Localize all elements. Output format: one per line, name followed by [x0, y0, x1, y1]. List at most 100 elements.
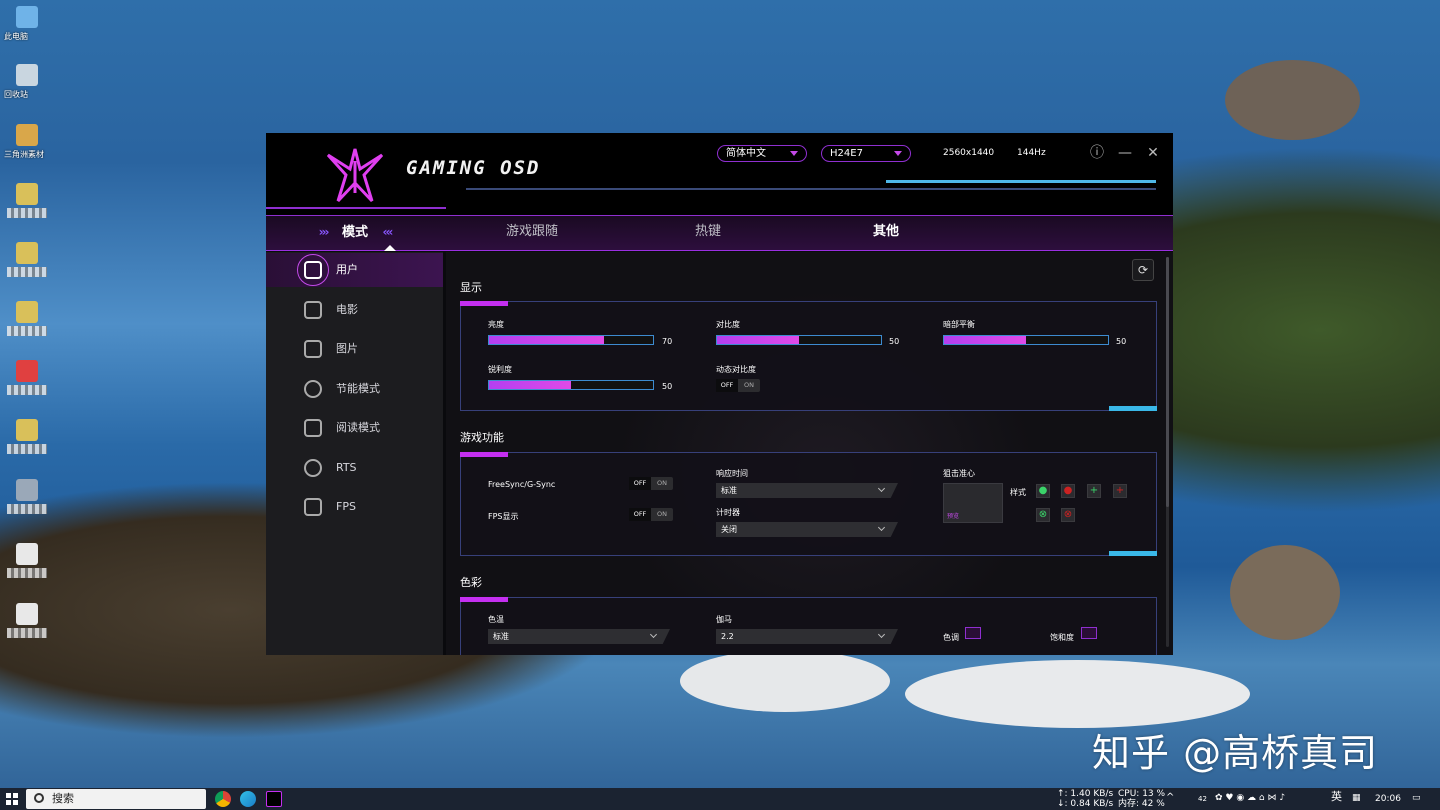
- desktop-icon-label: 此电脑: [4, 32, 28, 41]
- tray-chevron-icon[interactable]: ^: [1166, 793, 1174, 803]
- color-temp-select[interactable]: 标准: [488, 629, 670, 644]
- active-tab-notch: [384, 245, 396, 251]
- tab-mode[interactable]: ››› 模式 ‹‹‹: [300, 216, 410, 251]
- watermark: 知乎 @高桥真司: [1092, 731, 1379, 775]
- sharpness-value: 50: [662, 382, 673, 391]
- sidebar-item-label: 用户: [336, 263, 358, 276]
- monitor-dropdown[interactable]: H24E7: [821, 145, 911, 162]
- scrollbar-thumb[interactable]: [1166, 257, 1169, 507]
- blurred-label: [7, 504, 47, 514]
- blurred-label: [7, 568, 47, 578]
- file-icon: [16, 242, 38, 264]
- memory-usage: 内存: 42 %: [1118, 799, 1165, 809]
- blurred-label: [7, 208, 47, 218]
- minimize-button[interactable]: —: [1117, 145, 1133, 161]
- freesync-label: FreeSync/G-Sync: [488, 480, 556, 489]
- sharpness-slider[interactable]: [488, 380, 654, 390]
- desktop-icon[interactable]: [4, 242, 50, 277]
- sidebar-item-fps[interactable]: FPS: [266, 490, 443, 524]
- desktop-icon[interactable]: [4, 543, 50, 578]
- crosshair-target-red-icon[interactable]: ⊗: [1061, 508, 1075, 522]
- tab-hotkey[interactable]: 热键: [678, 216, 738, 250]
- sidebar-item-reading[interactable]: 阅读模式: [266, 411, 443, 445]
- content-scrollbar[interactable]: [1166, 257, 1169, 647]
- chevron-down-icon: [649, 630, 658, 639]
- saturation-swatch[interactable]: [1081, 627, 1097, 639]
- desktop-icon[interactable]: [4, 183, 50, 218]
- desktop-icon[interactable]: [4, 301, 50, 336]
- freesync-toggle[interactable]: OFF ON: [629, 477, 673, 490]
- desktop-icon[interactable]: 此电脑: [4, 6, 50, 41]
- dark-balance-slider[interactable]: [943, 335, 1109, 345]
- dynamic-contrast-toggle[interactable]: OFF ON: [716, 379, 760, 392]
- gaming-osd-taskbar-icon[interactable]: [266, 791, 282, 807]
- toggle-off: OFF: [629, 477, 651, 490]
- brightness-slider[interactable]: [488, 335, 654, 345]
- sidebar-item-user[interactable]: 用户: [266, 253, 443, 287]
- tray-icons[interactable]: ✿ ♥ ◉ ☁ ⌂ ⋈ ♪: [1215, 793, 1285, 803]
- panel-accent: [460, 452, 508, 457]
- crosshair-dot-green-icon[interactable]: ●: [1036, 484, 1050, 498]
- crosshair-plus-green-icon[interactable]: +: [1087, 484, 1101, 498]
- desktop-icon[interactable]: [4, 419, 50, 454]
- language-dropdown[interactable]: 简体中文: [717, 145, 807, 162]
- taskbar: 搜索 ↑: 1.40 KB/s ↓: 0.84 KB/s CPU: 13 % 内…: [0, 788, 1440, 810]
- blurred-label: [7, 628, 47, 638]
- header-stripe: [266, 207, 446, 209]
- crosshair-plus-red-icon[interactable]: +: [1113, 484, 1127, 498]
- timer-select[interactable]: 关闭: [716, 522, 898, 537]
- desktop-icon[interactable]: 三角洲素材: [4, 124, 50, 159]
- gull-decoration: [905, 660, 1250, 728]
- sidebar-item-movie[interactable]: 电影: [266, 293, 443, 327]
- taskbar-search[interactable]: 搜索: [26, 789, 206, 809]
- grid-icon[interactable]: ▦: [1352, 793, 1361, 803]
- ime-indicator[interactable]: 英: [1331, 791, 1342, 802]
- fps-display-toggle[interactable]: OFF ON: [629, 508, 673, 521]
- sidebar-item-eco[interactable]: 节能模式: [266, 372, 443, 406]
- slider-fill: [944, 336, 1026, 344]
- reading-icon: [304, 419, 322, 437]
- contrast-slider[interactable]: [716, 335, 882, 345]
- gaming-osd-window: GAMING OSD 简体中文 H24E7 2560x1440 144Hz ⓘ …: [266, 133, 1173, 655]
- picture-icon: [304, 340, 322, 358]
- crosshair-target-green-icon[interactable]: ⊗: [1036, 508, 1050, 522]
- sidebar-item-label: 图片: [336, 342, 358, 355]
- desktop-icon[interactable]: 回收站: [4, 64, 50, 99]
- clock[interactable]: 20:06: [1375, 794, 1401, 804]
- sidebar-item-rts[interactable]: RTS: [266, 451, 443, 485]
- edge-icon[interactable]: [240, 791, 256, 807]
- tab-other[interactable]: 其他: [856, 216, 916, 250]
- gaming-panel: FreeSync/G-Sync OFF ON FPS显示 OFF ON 响应时间…: [460, 452, 1157, 556]
- chrome-icon[interactable]: [215, 791, 231, 807]
- sidebar-item-picture[interactable]: 图片: [266, 332, 443, 366]
- desktop-icon[interactable]: [4, 479, 50, 514]
- monitor-value: H24E7: [830, 148, 863, 159]
- hue-swatch[interactable]: [965, 627, 981, 639]
- logo-text: GAMING OSD: [406, 157, 541, 179]
- windows-start-icon[interactable]: [6, 793, 18, 805]
- desktop-icon-label: 三角洲素材: [4, 150, 44, 159]
- blurred-label: [7, 326, 47, 336]
- settings-content: ⟳ 显示 亮度 70 对比度 50 暗部平衡 50 锐利度 50 动态对比度 O…: [446, 252, 1173, 655]
- blurred-label: [7, 444, 47, 454]
- tab-game-follow[interactable]: 游戏跟随: [492, 216, 572, 250]
- display-panel: 亮度 70 对比度 50 暗部平衡 50 锐利度 50 动态对比度 OFF ON: [460, 301, 1157, 411]
- logo-icon: [326, 148, 384, 203]
- sharpness-label: 锐利度: [488, 365, 512, 374]
- response-time-select[interactable]: 标准: [716, 483, 898, 498]
- reset-button[interactable]: ⟳: [1132, 259, 1154, 281]
- file-icon: [16, 183, 38, 205]
- notification-icon[interactable]: ▭: [1412, 793, 1421, 803]
- tray-number: 42: [1198, 795, 1207, 803]
- refresh-icon: ⟳: [1137, 263, 1149, 277]
- gamma-select[interactable]: 2.2: [716, 629, 898, 644]
- desktop-icon[interactable]: [4, 603, 50, 638]
- crosshair-dot-red-icon[interactable]: ●: [1061, 484, 1075, 498]
- window-header: GAMING OSD 简体中文 H24E7 2560x1440 144Hz ⓘ …: [266, 133, 1173, 215]
- dark-balance-label: 暗部平衡: [943, 320, 975, 329]
- blurred-label: [7, 385, 47, 395]
- desktop-icon[interactable]: [4, 360, 50, 395]
- info-button[interactable]: ⓘ: [1089, 145, 1105, 161]
- close-button[interactable]: ✕: [1145, 145, 1161, 161]
- dynamic-contrast-label: 动态对比度: [716, 365, 756, 374]
